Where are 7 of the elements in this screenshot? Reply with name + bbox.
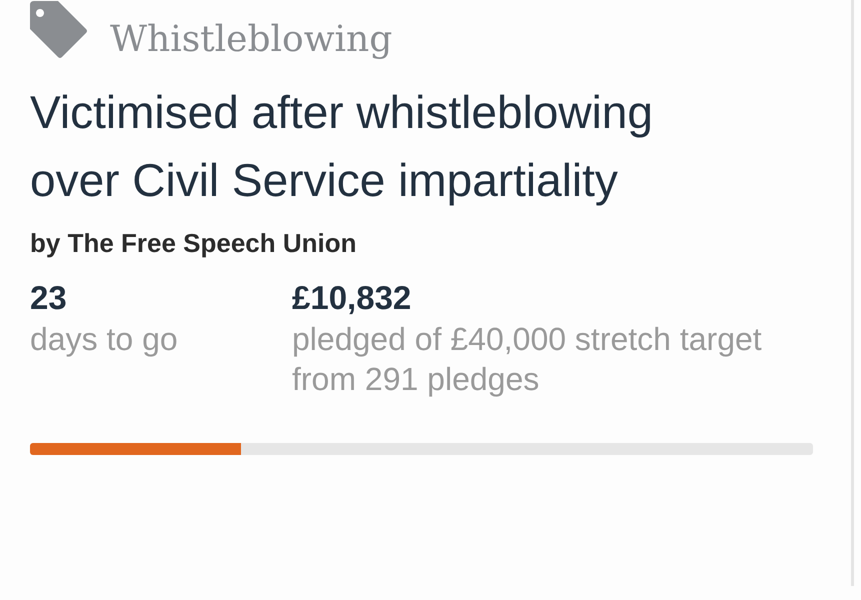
stat-value: 23	[30, 278, 68, 318]
campaign-title[interactable]: Victimised after whistleblowing over Civil Service impartiality	[30, 78, 730, 214]
stat-value: £10,832	[292, 278, 412, 318]
stat-caption: days to go	[30, 320, 179, 359]
stat-caption: pledged of £40,000 stretch target from 291 pledges	[292, 320, 763, 399]
tag-icon	[30, 1, 88, 59]
byline: by The Free Speech Union	[30, 228, 358, 259]
